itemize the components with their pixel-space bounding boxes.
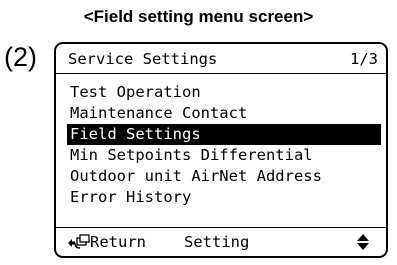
page-indicator: 1/3 <box>350 50 378 68</box>
menu-item-test-operation[interactable]: Test Operation <box>67 82 381 103</box>
menu-item-field-settings[interactable]: Field Settings <box>67 124 381 145</box>
screen-footer: Return Setting <box>56 227 386 256</box>
figure-caption: <Field setting menu screen> <box>83 7 314 26</box>
menu-item-min-setpoints-differential[interactable]: Min Setpoints Differential <box>67 145 381 166</box>
lcd-screen: Service Settings 1/3 Test Operation Main… <box>54 42 388 258</box>
menu-item-maintenance-contact[interactable]: Maintenance Contact <box>67 103 381 124</box>
menu-list: Test Operation Maintenance Contact Field… <box>67 82 381 208</box>
setting-label[interactable]: Setting <box>184 233 249 251</box>
screen-title: Service Settings <box>68 50 218 68</box>
up-down-arrows-icon[interactable] <box>356 233 370 251</box>
step-label: (2) <box>4 42 37 72</box>
return-label[interactable]: Return <box>90 233 146 251</box>
menu-item-outdoor-unit-airnet-address[interactable]: Outdoor unit AirNet Address <box>67 166 381 187</box>
menu-item-error-history[interactable]: Error History <box>67 187 381 208</box>
screen-header: Service Settings 1/3 <box>56 44 386 74</box>
return-icon[interactable] <box>66 234 92 250</box>
